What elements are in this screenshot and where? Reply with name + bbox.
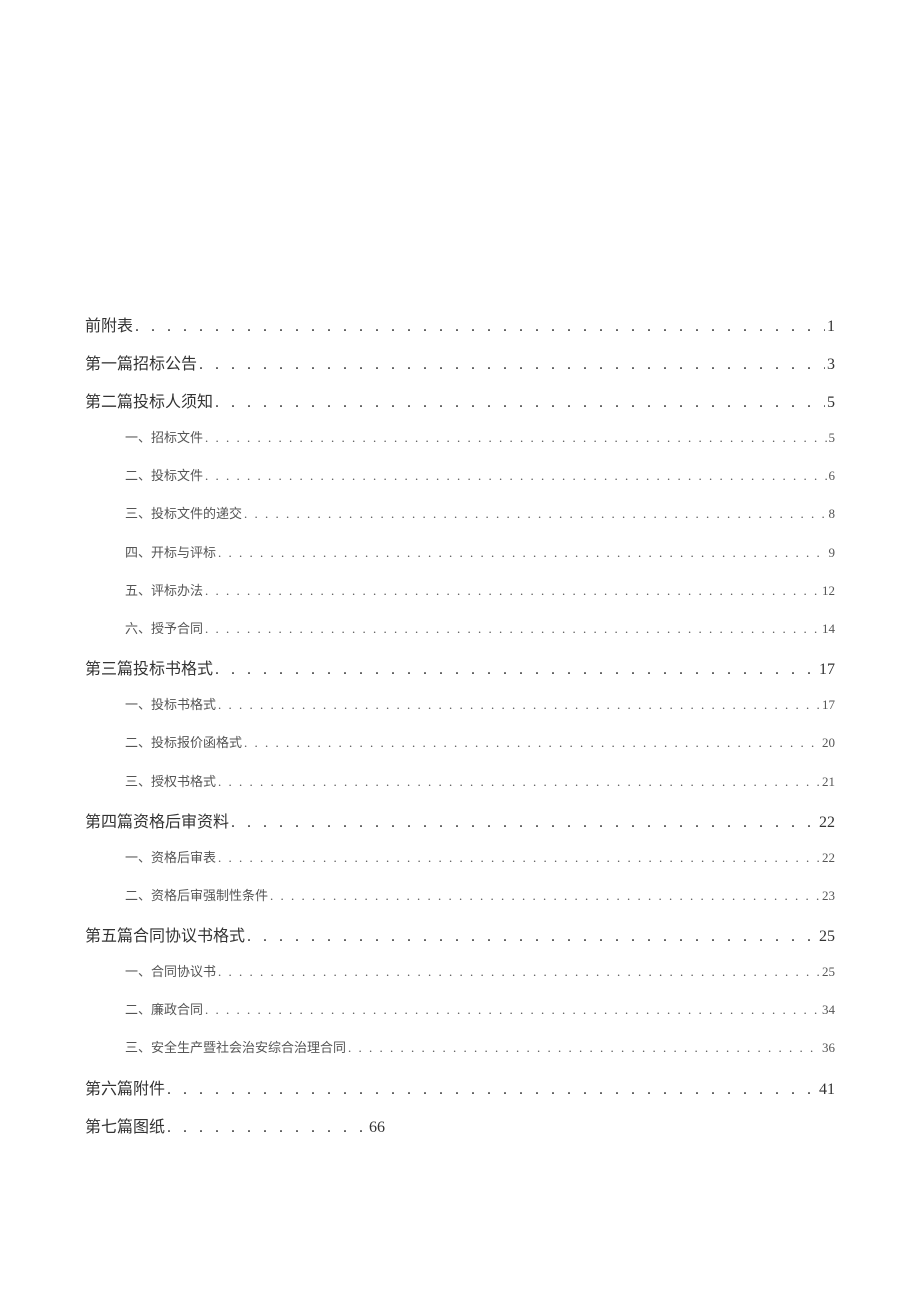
toc-leader-dots	[135, 315, 825, 339]
toc-entry: 第六篇附件 41	[85, 1078, 835, 1102]
toc-leader-dots	[167, 1116, 367, 1140]
toc-leader-dots	[247, 925, 817, 949]
toc-label: 第三篇投标书格式	[85, 658, 213, 682]
toc-entry: 三、授权书格式 21	[85, 773, 835, 791]
toc-entry: 一、资格后审表 22	[85, 849, 835, 867]
toc-leader-dots	[218, 849, 820, 867]
toc-leader-dots	[205, 582, 820, 600]
table-of-contents: 前附表 1 第一篇招标公告 3 第二篇投标人须知 5 一、招标文件 5 二、投标文件 6 三、投标文…	[85, 315, 835, 1140]
toc-page-number: 22	[822, 849, 835, 867]
toc-label: 三、授权书格式	[125, 773, 216, 791]
toc-page-number: 17	[822, 696, 835, 714]
toc-label: 一、投标书格式	[125, 696, 216, 714]
toc-leader-dots	[215, 391, 825, 415]
toc-entry: 第二篇投标人须知 5	[85, 391, 835, 415]
toc-label: 一、合同协议书	[125, 963, 216, 981]
toc-entry: 一、合同协议书 25	[85, 963, 835, 981]
toc-entry: 一、招标文件 5	[85, 429, 835, 447]
toc-page-number: 6	[829, 467, 836, 485]
toc-label: 三、投标文件的递交	[125, 505, 242, 523]
toc-label: 二、投标文件	[125, 467, 203, 485]
toc-leader-dots	[205, 620, 820, 638]
toc-leader-dots	[244, 505, 826, 523]
toc-leader-dots	[218, 696, 820, 714]
toc-leader-dots	[218, 963, 820, 981]
toc-label: 二、廉政合同	[125, 1001, 203, 1019]
toc-entry: 一、投标书格式 17	[85, 696, 835, 714]
toc-label: 一、资格后审表	[125, 849, 216, 867]
toc-label: 二、资格后审强制性条件	[125, 887, 268, 905]
toc-label: 第一篇招标公告	[85, 353, 197, 377]
toc-entry: 第三篇投标书格式 17	[85, 658, 835, 682]
toc-entry: 二、投标文件 6	[85, 467, 835, 485]
toc-entry: 六、授予合同 14	[85, 620, 835, 638]
toc-leader-dots	[167, 1078, 817, 1102]
toc-leader-dots	[218, 544, 826, 562]
toc-page-number: 1	[827, 315, 835, 339]
toc-page-number: 8	[829, 505, 836, 523]
toc-page-number: 21	[822, 773, 835, 791]
toc-entry: 二、廉政合同 34	[85, 1001, 835, 1019]
toc-page-number: 9	[829, 544, 836, 562]
toc-label: 四、开标与评标	[125, 544, 216, 562]
toc-leader-dots	[205, 1001, 820, 1019]
toc-page-number: 5	[827, 391, 835, 415]
toc-page-number: 34	[822, 1001, 835, 1019]
toc-page-number: 41	[819, 1078, 835, 1102]
toc-label: 第二篇投标人须知	[85, 391, 213, 415]
toc-entry: 第一篇招标公告 3	[85, 353, 835, 377]
toc-page-number: 12	[822, 582, 835, 600]
toc-page-number: 36	[822, 1039, 835, 1057]
toc-page-number: 23	[822, 887, 835, 905]
toc-page-number: 22	[819, 811, 835, 835]
toc-label: 第五篇合同协议书格式	[85, 925, 245, 949]
toc-leader-dots	[205, 429, 826, 447]
toc-entry: 前附表 1	[85, 315, 835, 339]
toc-page-number: 25	[822, 963, 835, 981]
toc-label: 二、投标报价函格式	[125, 734, 242, 752]
toc-entry: 第五篇合同协议书格式 25	[85, 925, 835, 949]
toc-label: 第四篇资格后审资料	[85, 811, 229, 835]
toc-label: 第六篇附件	[85, 1078, 165, 1102]
toc-label: 三、安全生产暨社会治安综合治理合同	[125, 1039, 346, 1057]
toc-leader-dots	[218, 773, 820, 791]
toc-leader-dots	[215, 658, 817, 682]
toc-label: 第七篇图纸	[85, 1116, 165, 1140]
toc-page-number: 20	[822, 734, 835, 752]
toc-page-number: 66	[369, 1116, 385, 1140]
toc-entry: 第四篇资格后审资料 22	[85, 811, 835, 835]
toc-entry: 二、资格后审强制性条件 23	[85, 887, 835, 905]
toc-page-number: 25	[819, 925, 835, 949]
toc-label: 五、评标办法	[125, 582, 203, 600]
toc-leader-dots	[205, 467, 826, 485]
toc-label: 一、招标文件	[125, 429, 203, 447]
toc-leader-dots	[348, 1039, 820, 1057]
toc-page-number: 17	[819, 658, 835, 682]
toc-entry: 五、评标办法 12	[85, 582, 835, 600]
toc-entry: 二、投标报价函格式 20	[85, 734, 835, 752]
toc-page-number: 14	[822, 620, 835, 638]
toc-leader-dots	[199, 353, 825, 377]
toc-entry: 三、投标文件的递交 8	[85, 505, 835, 523]
toc-leader-dots	[244, 734, 820, 752]
toc-page-number: 3	[827, 353, 835, 377]
toc-label: 前附表	[85, 315, 133, 339]
toc-entry: 三、安全生产暨社会治安综合治理合同 36	[85, 1039, 835, 1057]
toc-leader-dots	[231, 811, 817, 835]
toc-page-number: 5	[829, 429, 836, 447]
toc-leader-dots	[270, 887, 820, 905]
toc-entry: 四、开标与评标 9	[85, 544, 835, 562]
toc-entry: 第七篇图纸 66	[85, 1116, 835, 1140]
toc-label: 六、授予合同	[125, 620, 203, 638]
